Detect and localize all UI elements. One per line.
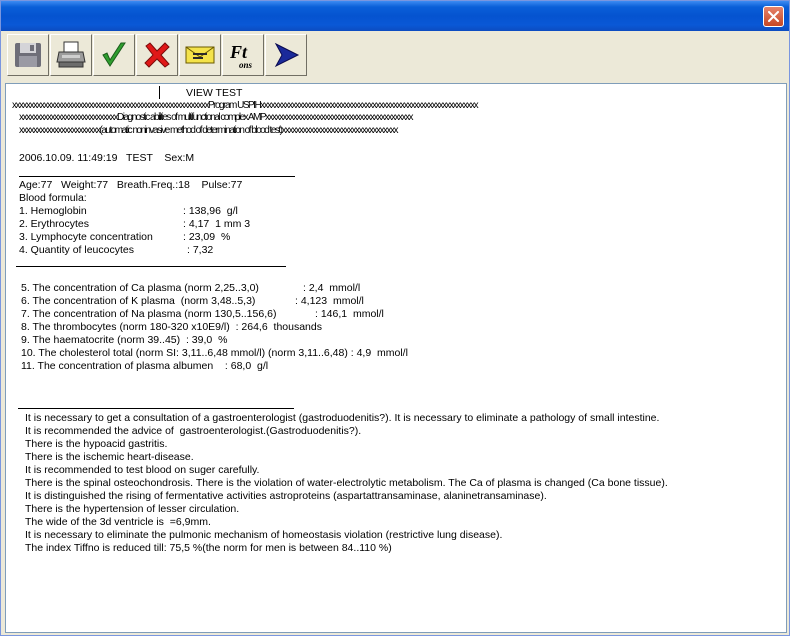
divider xyxy=(19,176,295,177)
conclusion-line: There is the spinal osteochondrosis. The… xyxy=(25,477,668,489)
conclusion-line: There is the hypertension of lesser circ… xyxy=(25,503,240,515)
divider xyxy=(18,408,294,409)
red-cross-icon xyxy=(144,42,170,68)
text-cursor xyxy=(159,86,160,99)
report-header: VIEW TEST xyxy=(186,87,243,99)
plasma-value: : 2,4 mmol/l xyxy=(303,282,361,294)
plasma-line: 11. The concentration of plasma albumen … xyxy=(21,360,269,372)
formula-value: : 138,96 g/l xyxy=(183,205,238,217)
floppy-disk-icon xyxy=(15,43,41,67)
accept-button[interactable] xyxy=(93,34,135,76)
formula-value: : 7,32 xyxy=(187,244,214,256)
formula-name: 3. Lymphocyte concentration xyxy=(19,231,153,243)
plasma-line: 10. The cholesterol total (norm SI: 3,11… xyxy=(21,347,408,359)
conclusion-line: It is recommended to test blood on suger… xyxy=(25,464,260,476)
font-icon-label: Ft xyxy=(229,42,248,62)
blue-arrow-icon xyxy=(274,42,300,68)
plasma-line: 9. The haematocrite (norm 39..45) : 39,0… xyxy=(21,334,228,346)
formula-name: 2. Erythrocytes xyxy=(19,218,90,230)
plasma-name: 7. The concentration of Na plasma (norm … xyxy=(21,308,277,320)
conclusion-line: There is the ischemic heart-disease. xyxy=(25,451,194,463)
save-button[interactable] xyxy=(7,34,49,76)
formula-value: : 23,09 % xyxy=(183,231,231,243)
conclusion-line: There is the hypoacid gastritis. xyxy=(25,438,168,450)
conclusion-line: It is distinguished the rising of fermen… xyxy=(25,490,547,502)
program-line: xxxxxxxxxxxxxxxxxxxxxxxxxxxxxxxxxxxxxxxx… xyxy=(12,100,479,111)
plasma-name: 5. The concentration of Ca plasma (norm … xyxy=(21,282,259,294)
green-checkmark-icon xyxy=(102,42,126,67)
conclusion-line: The wide of the 3d ventricle is =6,9mm. xyxy=(25,516,211,528)
conclusion-line: It is recommended the advice of gastroen… xyxy=(25,425,362,437)
blood-formula-label: Blood formula: xyxy=(19,192,87,204)
printer-icon xyxy=(56,41,86,68)
formula-name: 4. Quantity of leucocytes xyxy=(19,244,134,256)
report-view[interactable]: VIEW TEST xxxxxxxxxxxxxxxxxxxxxxxxxxxxxx… xyxy=(5,83,787,633)
plasma-line: 8. The thrombocytes (norm 180-320 x10E9/… xyxy=(21,321,322,333)
title-bar[interactable] xyxy=(1,1,789,31)
divider xyxy=(16,266,286,267)
send-button[interactable] xyxy=(265,34,307,76)
print-button[interactable] xyxy=(50,34,92,76)
close-icon xyxy=(768,11,779,22)
font-button[interactable]: Ft ons xyxy=(222,34,264,76)
report-window: Ft ons VIEW TEST xxxxxxxxxxxxxxxxxxxxxxx… xyxy=(0,0,790,636)
mail-button[interactable] xyxy=(179,34,221,76)
formula-name: 1. Hemoglobin xyxy=(19,205,87,217)
font-icon-sublabel: ons xyxy=(239,60,253,70)
plasma-value: : 146,1 mmol/l xyxy=(315,308,384,320)
reject-button[interactable] xyxy=(136,34,178,76)
close-button[interactable] xyxy=(763,6,784,27)
conclusion-line: It is necessary to get a consultation of… xyxy=(25,412,660,424)
plasma-value: : 4,123 mmol/l xyxy=(295,295,364,307)
conclusion-line: The index Tiffno is reduced till: 75,5 %… xyxy=(25,542,392,554)
font-icon: Ft ons xyxy=(229,42,253,70)
date-line: 2006.10.09. 11:49:19 TEST Sex:M xyxy=(19,152,195,164)
conclusion-line: It is necessary to eliminate the pulmoni… xyxy=(25,529,503,541)
formula-value: : 4,17 1 mm 3 xyxy=(183,218,251,230)
plasma-name: 6. The concentration of K plasma (norm 3… xyxy=(21,295,256,307)
diagnostic-line: xxxxxxxxxxxxxxxxxxxxxxxxxxxxDiagnostic a… xyxy=(19,112,414,123)
method-line: xxxxxxxxxxxxxxxxxxxxxxx(automatic noninv… xyxy=(19,125,399,136)
stats-line: Age:77 Weight:77 Breath.Freq.:18 Pulse:7… xyxy=(19,179,243,191)
envelope-icon xyxy=(185,46,215,64)
